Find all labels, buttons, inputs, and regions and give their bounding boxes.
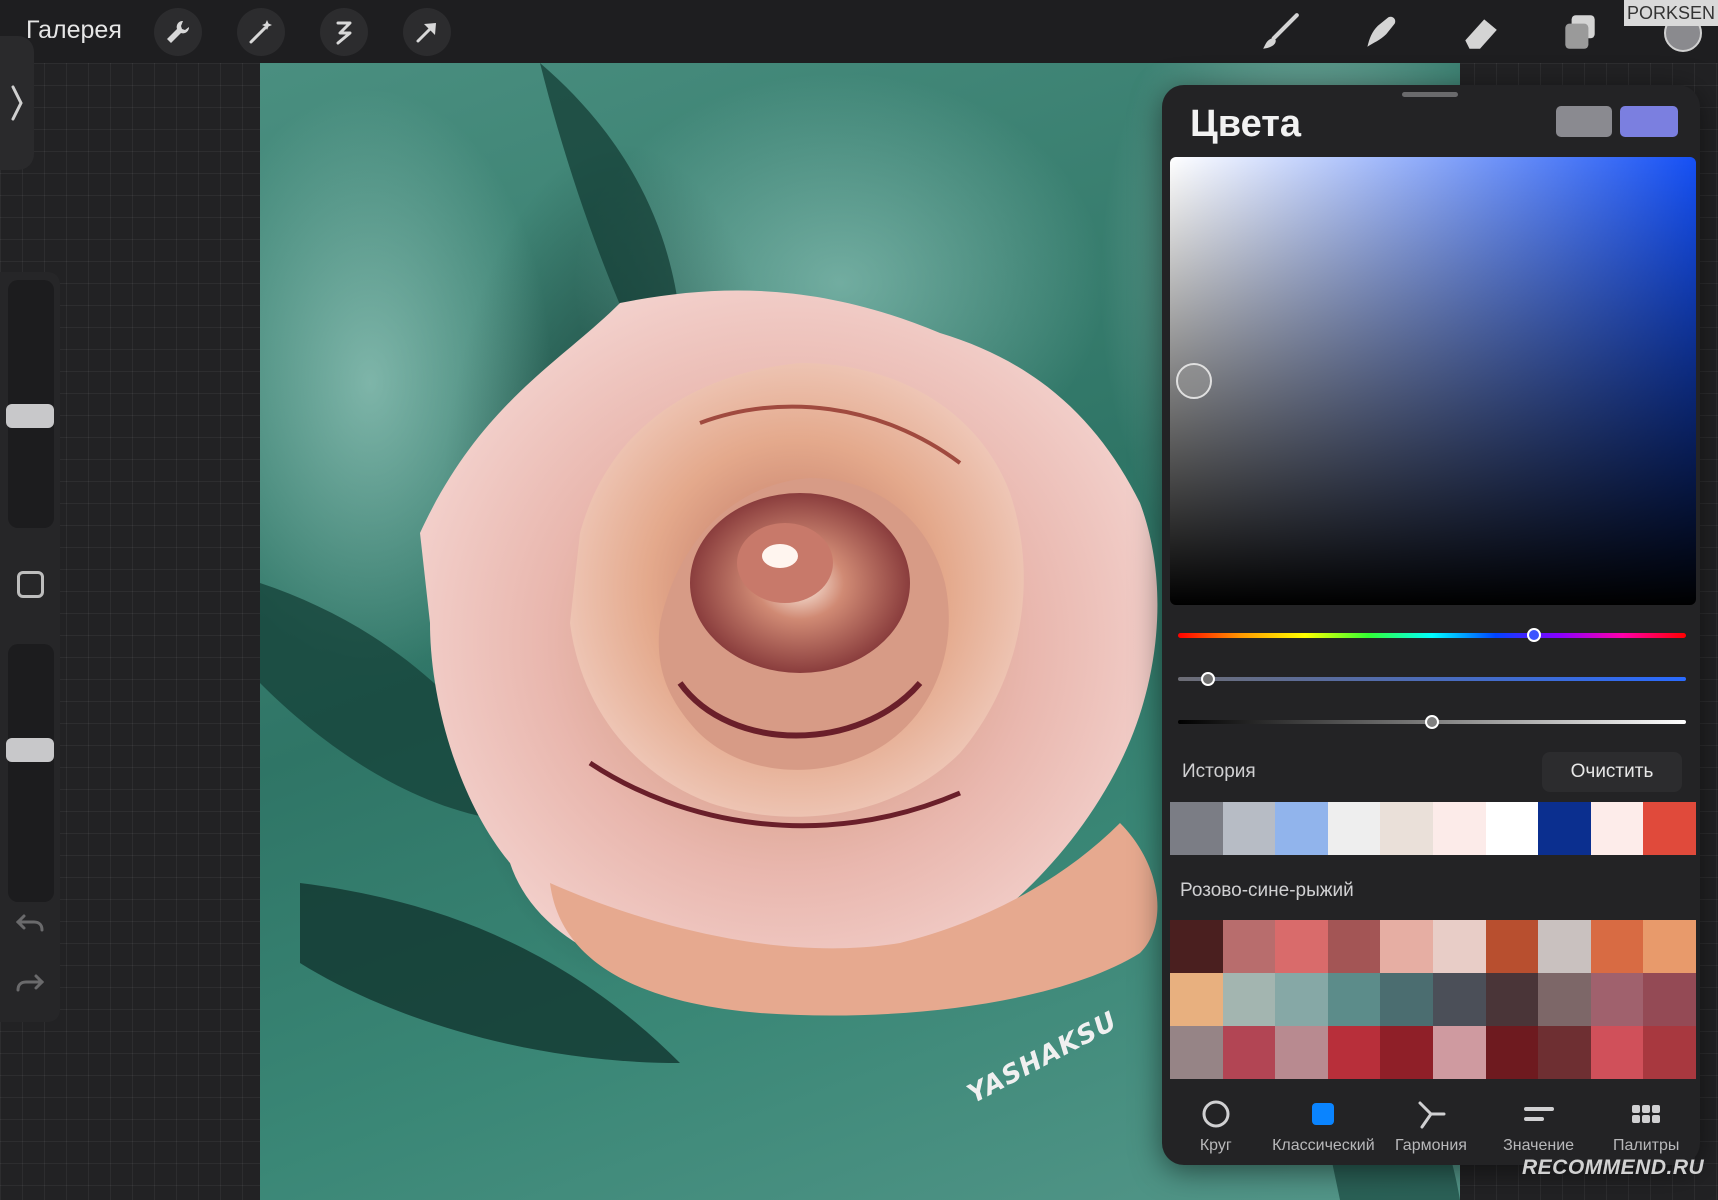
- brush-size-slider[interactable]: [6, 280, 54, 528]
- history-swatch[interactable]: [1590, 802, 1644, 855]
- palette-swatch[interactable]: [1538, 973, 1591, 1026]
- palette-grid: [1170, 920, 1696, 1079]
- top-toolbar: Галерея: [0, 0, 1718, 63]
- brush-icon[interactable]: [1258, 10, 1302, 54]
- saturation-brightness-picker[interactable]: [1170, 157, 1696, 605]
- layers-icon[interactable]: [1558, 10, 1602, 54]
- tab-palettes[interactable]: Палитры: [1592, 1085, 1700, 1165]
- hue-slider[interactable]: [1178, 628, 1686, 642]
- magic-wand-icon[interactable]: [237, 8, 285, 56]
- history-swatch[interactable]: [1222, 802, 1276, 855]
- palette-swatch[interactable]: [1275, 1026, 1328, 1079]
- transform-arrow-icon[interactable]: [403, 8, 451, 56]
- palette-swatch[interactable]: [1485, 920, 1539, 973]
- wrench-icon[interactable]: [154, 8, 202, 56]
- modify-button[interactable]: [17, 571, 44, 598]
- history-swatch[interactable]: [1485, 802, 1539, 855]
- square-icon: [1312, 1103, 1335, 1125]
- palette-swatch[interactable]: [1170, 973, 1223, 1026]
- panel-title: Цвета: [1190, 103, 1301, 145]
- palette-swatch[interactable]: [1590, 920, 1644, 973]
- tab-label: Круг: [1199, 1137, 1232, 1154]
- primary-color-swatch[interactable]: [1620, 106, 1678, 137]
- secondary-color-swatch[interactable]: [1556, 106, 1612, 137]
- history-swatches: [1170, 802, 1696, 855]
- watermark-top: PORKSEN: [1624, 0, 1718, 26]
- palette-swatch[interactable]: [1538, 1026, 1591, 1079]
- palette-swatch[interactable]: [1538, 920, 1591, 973]
- brightness-slider[interactable]: [1178, 715, 1686, 729]
- palette-swatch[interactable]: [1432, 1026, 1486, 1079]
- palette-swatch[interactable]: [1380, 973, 1433, 1026]
- palette-swatch[interactable]: [1327, 1026, 1381, 1079]
- smudge-icon[interactable]: [1358, 10, 1402, 54]
- color-picker-cursor[interactable]: [1176, 363, 1212, 399]
- history-swatch[interactable]: [1275, 802, 1328, 855]
- clear-history-button[interactable]: Очистить: [1542, 752, 1682, 792]
- palette-swatch[interactable]: [1643, 1026, 1696, 1079]
- brush-size-thumb[interactable]: [6, 404, 54, 428]
- tab-label: Гармония: [1395, 1137, 1467, 1154]
- palette-name: Розово-сине-рыжий: [1180, 880, 1354, 901]
- tab-label: Значение: [1503, 1137, 1575, 1154]
- history-swatch[interactable]: [1432, 802, 1486, 855]
- palette-swatch[interactable]: [1327, 920, 1381, 973]
- tab-harmony[interactable]: Гармония: [1377, 1085, 1485, 1165]
- brightness-knob[interactable]: [1425, 715, 1439, 729]
- palette-swatch[interactable]: [1432, 920, 1486, 973]
- saturation-slider[interactable]: [1178, 672, 1686, 686]
- palette-swatch[interactable]: [1485, 973, 1539, 1026]
- panel-grabber[interactable]: [1402, 92, 1458, 97]
- history-swatch[interactable]: [1538, 802, 1591, 855]
- palette-swatch[interactable]: [1643, 920, 1696, 973]
- palette-swatch[interactable]: [1432, 973, 1486, 1026]
- palette-swatch[interactable]: [1643, 973, 1696, 1026]
- palette-swatch[interactable]: [1275, 973, 1328, 1026]
- chevron-right-icon: [11, 85, 23, 121]
- saturation-knob[interactable]: [1201, 672, 1216, 686]
- history-swatch[interactable]: [1643, 802, 1696, 855]
- palette-swatch[interactable]: [1170, 1026, 1223, 1079]
- undo-icon[interactable]: [14, 908, 46, 940]
- tab-label: Классический: [1272, 1137, 1375, 1154]
- gallery-button[interactable]: Галерея: [26, 16, 122, 45]
- history-label: История: [1182, 761, 1256, 782]
- palette-swatch[interactable]: [1590, 1026, 1644, 1079]
- selection-icon[interactable]: [320, 8, 368, 56]
- palettes-grid-icon: [1632, 1105, 1661, 1123]
- sidebar-toggle[interactable]: [0, 36, 34, 170]
- history-swatch[interactable]: [1170, 802, 1223, 855]
- tab-classic[interactable]: Классический: [1270, 1085, 1378, 1165]
- opacity-thumb[interactable]: [6, 738, 54, 762]
- palette-swatch[interactable]: [1275, 920, 1328, 973]
- harmony-icon: [1418, 1101, 1446, 1129]
- value-sliders-icon: [1523, 1107, 1554, 1121]
- tab-value[interactable]: Значение: [1485, 1085, 1593, 1165]
- palette-swatch[interactable]: [1222, 1026, 1276, 1079]
- eraser-icon[interactable]: [1458, 10, 1502, 54]
- palette-swatch[interactable]: [1327, 973, 1381, 1026]
- tab-disc[interactable]: Круг: [1162, 1085, 1270, 1165]
- opacity-slider[interactable]: [6, 644, 54, 902]
- colors-panel: Цвета История Очистить Розово-сине-рыжий…: [1162, 85, 1700, 1165]
- palette-swatch[interactable]: [1222, 973, 1276, 1026]
- left-sidebar: [0, 272, 60, 1022]
- tab-label: Палитры: [1612, 1137, 1680, 1154]
- palette-swatch[interactable]: [1380, 1026, 1433, 1079]
- history-swatch[interactable]: [1327, 802, 1381, 855]
- palette-swatch[interactable]: [1170, 920, 1223, 973]
- history-swatch[interactable]: [1380, 802, 1433, 855]
- palette-swatch[interactable]: [1222, 920, 1276, 973]
- watermark-bottom: RECOMMEND.RU: [1522, 1156, 1705, 1179]
- palette-swatch[interactable]: [1380, 920, 1433, 973]
- color-mode-tabbar: Круг Классический Гармония Значение Пали…: [1162, 1085, 1700, 1165]
- palette-swatch[interactable]: [1485, 1026, 1539, 1079]
- palette-swatch[interactable]: [1590, 973, 1644, 1026]
- hue-knob[interactable]: [1526, 628, 1541, 642]
- redo-icon[interactable]: [14, 968, 46, 1000]
- circle-icon: [1202, 1100, 1230, 1128]
